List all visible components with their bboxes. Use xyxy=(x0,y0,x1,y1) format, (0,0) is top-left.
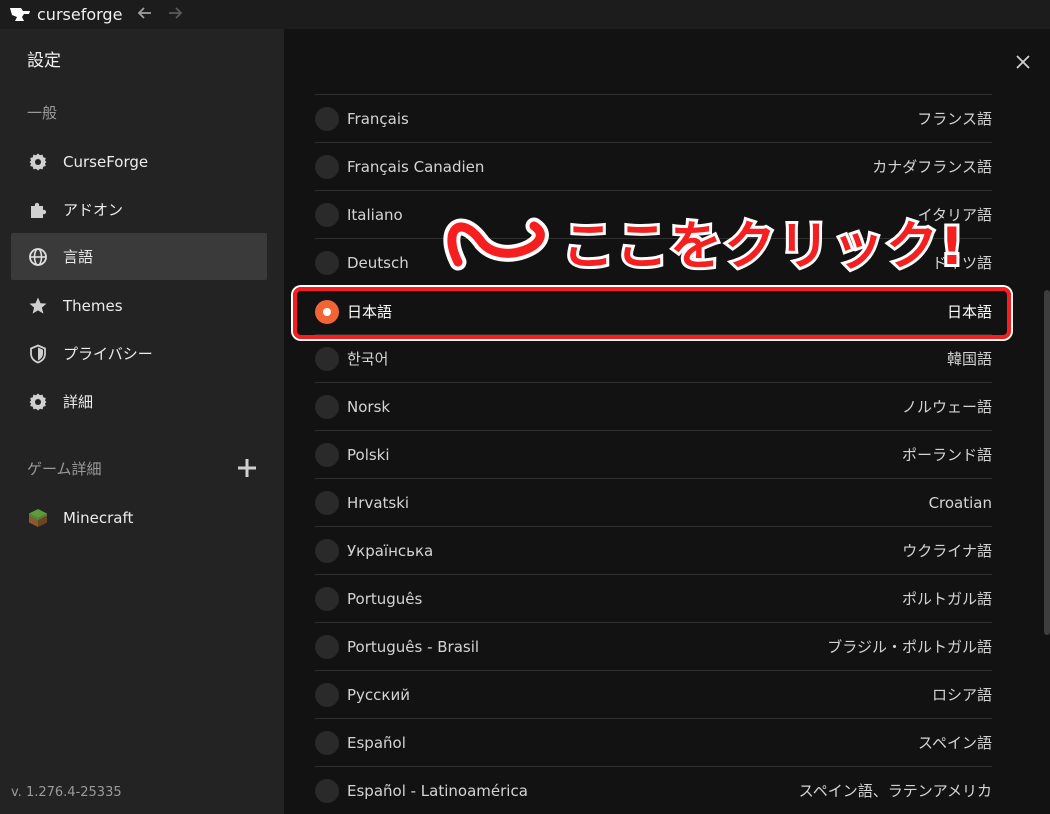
scrollbar[interactable] xyxy=(1044,290,1050,635)
language-translated-name: スペイン語 xyxy=(918,734,992,752)
game-details-section-label: ゲーム詳細 xyxy=(27,460,102,478)
language-translated-name: ウクライナ語 xyxy=(902,542,992,560)
radio-button[interactable] xyxy=(315,154,339,179)
radio-button[interactable] xyxy=(315,682,339,707)
radio-button[interactable] xyxy=(315,490,339,515)
language-option-pt[interactable]: Português ポルトガル語 xyxy=(315,574,992,622)
back-button[interactable] xyxy=(136,4,154,26)
language-translated-name: ロシア語 xyxy=(931,686,992,704)
forward-button[interactable] xyxy=(166,4,184,26)
language-native-name: Français xyxy=(347,109,409,128)
language-translated-name: 韓国語 xyxy=(946,350,992,368)
sidebar-item-label: CurseForge xyxy=(63,152,149,171)
arrow-right-icon xyxy=(169,6,183,19)
puzzle-icon xyxy=(28,200,48,220)
settings-title: 設定 xyxy=(27,51,61,71)
language-translated-name: Croatian xyxy=(928,493,992,512)
title-bar: curseforge xyxy=(0,0,1050,29)
sidebar-item-label: Themes xyxy=(63,296,123,315)
sidebar-item-curseforge[interactable]: CurseForge xyxy=(11,138,267,185)
settings-sidebar: 設定 一般 CurseForge アドオン 言語 Themes プライバシー 詳… xyxy=(0,29,284,814)
language-option-fr-ca[interactable]: Français Canadien カナダフランス語 xyxy=(315,142,992,190)
sidebar-item-addons[interactable]: アドオン xyxy=(11,186,267,233)
radio-button[interactable] xyxy=(315,106,339,131)
radio-button[interactable] xyxy=(315,442,339,467)
radio-button[interactable] xyxy=(315,538,339,563)
globe-icon xyxy=(28,247,48,267)
sidebar-item-minecraft[interactable]: Minecraft xyxy=(11,494,267,541)
sidebar-item-themes[interactable]: Themes xyxy=(11,282,267,329)
language-option-uk[interactable]: Українська ウクライナ語 xyxy=(315,526,992,574)
language-option-es-la[interactable]: Español - Latinoamérica スペイン語、ラテンアメリカ xyxy=(315,766,992,814)
gear-icon xyxy=(28,392,48,412)
app-version: v. 1.276.4-25335 xyxy=(11,785,122,800)
minecraft-block-icon xyxy=(28,508,48,528)
language-native-name: Français Canadien xyxy=(347,157,485,176)
sidebar-item-language[interactable]: 言語 xyxy=(11,233,267,280)
general-section-label: 一般 xyxy=(27,104,58,122)
language-native-name: Português - Brasil xyxy=(347,637,480,656)
radio-button[interactable] xyxy=(315,586,339,611)
language-translated-name: フランス語 xyxy=(917,110,992,128)
radio-button[interactable] xyxy=(315,202,339,227)
language-option-fr[interactable]: Français フランス語 xyxy=(315,94,992,142)
language-native-name: Polski xyxy=(347,445,390,464)
language-native-name: Hrvatski xyxy=(347,493,410,512)
language-translated-name: ノルウェー語 xyxy=(901,398,992,416)
language-translated-name: スペイン語、ラテンアメリカ xyxy=(798,782,992,800)
language-native-name: Español - Latinoamérica xyxy=(347,781,528,800)
sidebar-item-label: プライバシー xyxy=(63,345,153,363)
language-translated-name: カナダフランス語 xyxy=(872,158,992,176)
annotation-callout: ここをクリック! xyxy=(443,214,967,280)
language-option-hr[interactable]: Hrvatski Croatian xyxy=(315,478,992,526)
language-translated-name: ポーランド語 xyxy=(901,446,992,464)
sidebar-item-advanced[interactable]: 詳細 xyxy=(11,378,267,425)
language-option-ko[interactable]: 한국어 韓国語 xyxy=(315,334,992,382)
sidebar-item-privacy[interactable]: プライバシー xyxy=(11,330,267,377)
language-option-no[interactable]: Norsk ノルウェー語 xyxy=(315,382,992,430)
language-native-name: Italiano xyxy=(347,205,403,224)
radio-button[interactable] xyxy=(315,634,339,659)
curseforge-logo-icon xyxy=(10,7,30,21)
annotation-text: ここをクリック! xyxy=(562,217,966,277)
language-native-name: Deutsch xyxy=(347,253,409,272)
sidebar-item-label: 詳細 xyxy=(63,393,94,411)
radio-button[interactable] xyxy=(315,250,339,275)
language-native-name: Norsk xyxy=(347,397,391,416)
gear-icon xyxy=(28,152,48,172)
close-icon[interactable] xyxy=(1015,54,1031,70)
language-option-pl[interactable]: Polski ポーランド語 xyxy=(315,430,992,478)
sidebar-item-label: 言語 xyxy=(63,248,94,266)
shield-icon xyxy=(28,344,48,364)
radio-button[interactable] xyxy=(315,730,339,755)
language-option-pt-br[interactable]: Português - Brasil ブラジル・ポルトガル語 xyxy=(315,622,992,670)
language-option-ru[interactable]: Русский ロシア語 xyxy=(315,670,992,718)
language-translated-name: ポルトガル語 xyxy=(901,590,992,608)
language-native-name: 한국어 xyxy=(347,350,389,368)
language-native-name: Español xyxy=(347,733,406,752)
language-native-name: Русский xyxy=(347,685,410,704)
language-native-name: Português xyxy=(347,589,423,608)
language-native-name: Українська xyxy=(347,541,434,560)
annotation-highlight-box xyxy=(293,287,1011,339)
star-icon xyxy=(28,296,48,316)
sidebar-item-label: Minecraft xyxy=(63,508,134,527)
add-game-button[interactable] xyxy=(236,457,258,479)
language-translated-name: ブラジル・ポルトガル語 xyxy=(827,638,992,656)
radio-button[interactable] xyxy=(315,346,339,371)
arrow-left-icon xyxy=(138,6,152,19)
sidebar-item-label: アドオン xyxy=(63,201,124,219)
radio-button[interactable] xyxy=(315,778,339,803)
language-option-es[interactable]: Español スペイン語 xyxy=(315,718,992,766)
app-name: curseforge xyxy=(37,5,123,24)
radio-button[interactable] xyxy=(315,394,339,419)
